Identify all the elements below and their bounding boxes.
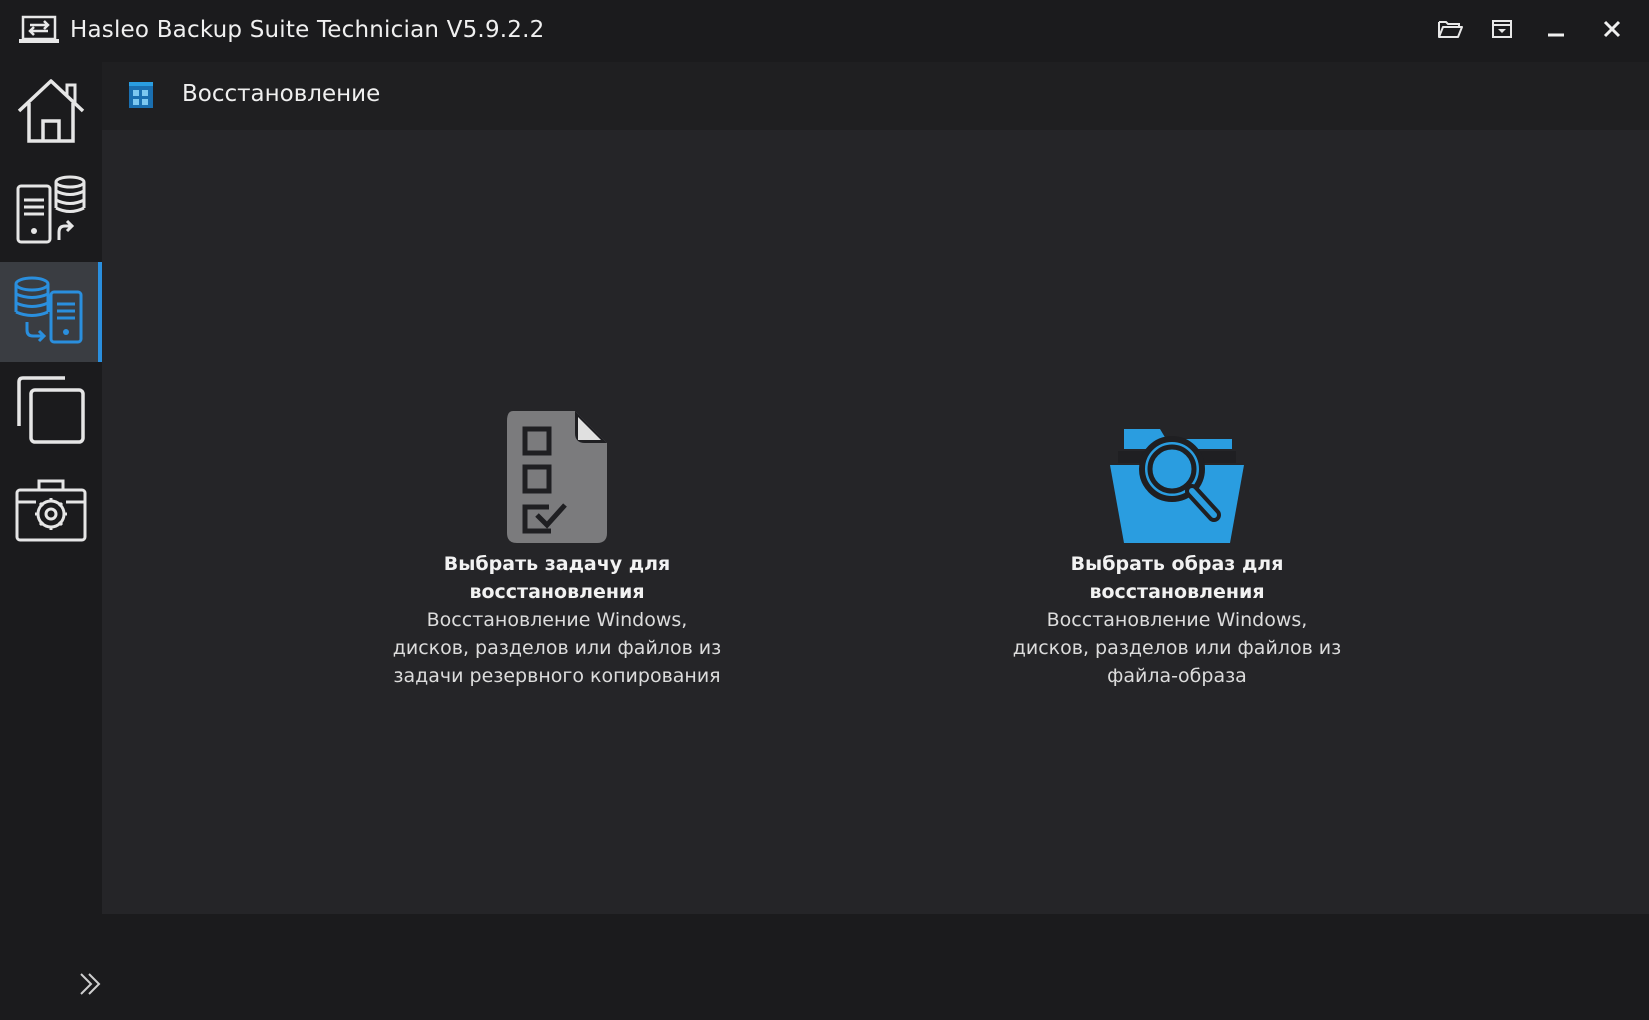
footer-area	[102, 914, 1649, 1020]
grid-icon	[128, 81, 154, 109]
open-folder-button[interactable]	[1432, 14, 1468, 48]
restore-icon	[13, 274, 85, 350]
minimize-to-tray-icon	[1491, 19, 1513, 43]
sidebar-item-tools[interactable]	[0, 462, 102, 562]
folder-search-icon	[1102, 400, 1252, 545]
sidebar-item-clone[interactable]	[0, 362, 102, 462]
close-icon	[1602, 19, 1622, 43]
main-content: Выбрать задачу для восстановления Восста…	[102, 130, 1649, 914]
checklist-document-icon	[482, 400, 632, 545]
option-title: Выбрать образ для восстановления	[1070, 553, 1284, 603]
sidebar-item-restore[interactable]	[0, 262, 102, 362]
menu-button[interactable]	[1484, 14, 1520, 48]
app-logo-icon	[18, 14, 62, 46]
home-icon	[15, 75, 87, 149]
clone-icon	[15, 374, 87, 450]
minimize-icon	[1546, 19, 1566, 43]
app-window: Hasleo Backup Suite Technician V5.9.2.2	[0, 0, 1649, 1020]
option-title: Выбрать задачу для восстановления	[443, 553, 671, 603]
open-folder-icon	[1437, 18, 1463, 44]
tools-icon	[14, 476, 88, 548]
page-header: Восстановление	[102, 62, 1649, 130]
title-bar: Hasleo Backup Suite Technician V5.9.2.2	[0, 0, 1649, 62]
double-chevron-right-icon	[77, 971, 103, 1001]
window-title: Hasleo Backup Suite Technician V5.9.2.2	[70, 17, 545, 43]
sidebar	[0, 62, 102, 1020]
sidebar-item-backup[interactable]	[0, 162, 102, 262]
select-image-option[interactable]: Выбрать образ для восстановления Восстан…	[987, 400, 1367, 690]
backup-icon	[15, 174, 87, 250]
page-title: Восстановление	[182, 81, 381, 107]
option-description: Восстановление Windows, дисков, разделов…	[392, 609, 722, 687]
option-description: Восстановление Windows, дисков, разделов…	[1012, 609, 1342, 687]
close-button[interactable]	[1594, 14, 1630, 48]
select-task-option[interactable]: Выбрать задачу для восстановления Восста…	[367, 400, 747, 690]
sidebar-item-home[interactable]	[0, 62, 102, 162]
minimize-button[interactable]	[1538, 14, 1574, 48]
